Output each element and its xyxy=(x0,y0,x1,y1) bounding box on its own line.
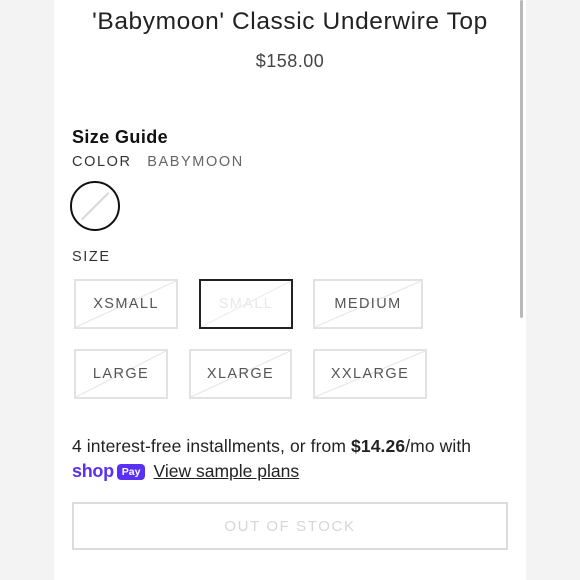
size-option-large[interactable]: LARGE xyxy=(74,349,168,399)
installments-suffix: /mo with xyxy=(405,436,472,456)
size-option-xlarge[interactable]: XLARGE xyxy=(189,349,292,399)
size-option-label: LARGE xyxy=(92,366,150,382)
size-option-label: MEDIUM xyxy=(334,296,402,312)
color-label: COLOR xyxy=(72,154,132,170)
installments-text: 4 interest-free installments, or from $1… xyxy=(72,436,471,457)
color-value: BABYMOON xyxy=(147,154,244,170)
size-option-small[interactable]: SMALL xyxy=(199,279,293,329)
size-option-label: XSMALL xyxy=(93,296,159,312)
color-row: COLOR BABYMOON xyxy=(72,154,244,170)
size-option-label: XLARGE xyxy=(206,366,275,382)
shop-wordmark: shop xyxy=(72,461,114,481)
out-of-stock-button[interactable]: OUT OF STOCK xyxy=(72,502,508,550)
pay-badge: Pay xyxy=(116,463,146,480)
shop-pay-logo: shop Pay xyxy=(72,461,146,482)
product-title: 'Babymoon' Classic Underwire Top xyxy=(92,8,488,35)
size-label: SIZE xyxy=(72,249,111,265)
size-option-label: SMALL xyxy=(218,296,274,312)
size-option-medium[interactable]: MEDIUM xyxy=(313,279,423,329)
installments-amount: $14.26 xyxy=(351,436,406,456)
view-sample-plans-link[interactable]: View sample plans xyxy=(153,461,299,482)
size-option-xxlarge[interactable]: XXLARGE xyxy=(313,349,427,399)
size-guide-link[interactable]: Size Guide xyxy=(72,127,168,148)
unavailable-slash xyxy=(81,192,109,220)
product-price: $158.00 xyxy=(255,51,325,71)
shop-pay-row: shop Pay View sample plans xyxy=(72,461,299,482)
installments-prefix: 4 interest-free installments, or from xyxy=(72,436,352,456)
color-swatch-babymoon[interactable] xyxy=(70,181,120,231)
size-option-label: XXLARGE xyxy=(330,366,410,382)
scrollbar[interactable] xyxy=(520,0,523,318)
size-option-xsmall[interactable]: XSMALL xyxy=(74,279,178,329)
